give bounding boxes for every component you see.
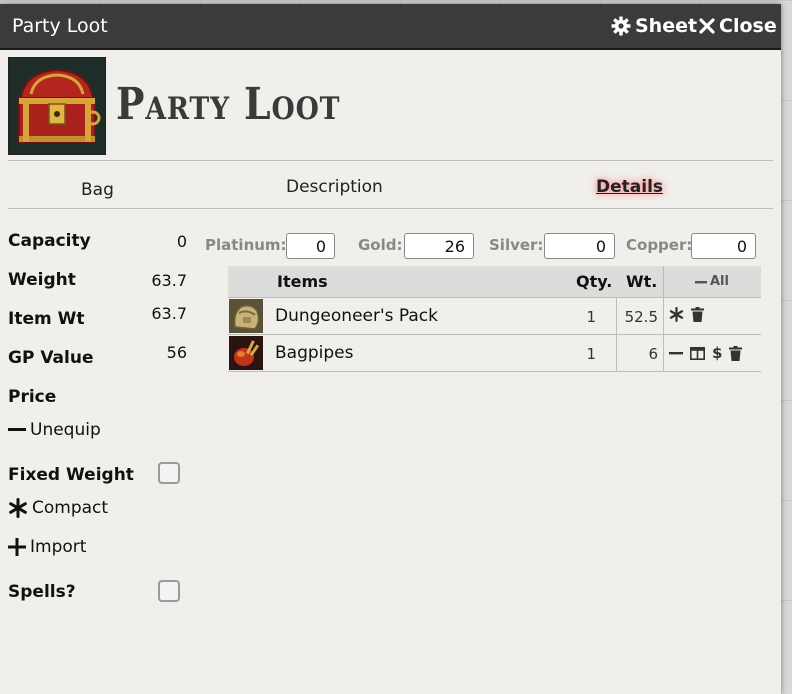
gold-label: Gold: <box>358 236 403 254</box>
table-row[interactable]: Dungeoneer's Pack 1 52.5 <box>228 298 761 335</box>
import-button[interactable]: Import <box>8 537 86 557</box>
close-icon <box>699 18 715 34</box>
qty-column-header[interactable]: Qty. <box>576 272 612 291</box>
item-wt-value: 63.7 <box>151 304 187 323</box>
row-actions: $ <box>669 344 743 362</box>
silver-input[interactable]: 0 <box>544 233 615 259</box>
sheet-title: Party Loot <box>116 79 341 130</box>
sheet-button-label: Sheet <box>635 15 698 37</box>
table-row[interactable]: Bagpipes 1 6 $ <box>228 335 761 372</box>
gold-input[interactable]: 26 <box>404 233 474 259</box>
gp-value-value: 56 <box>166 343 187 362</box>
row-actions <box>669 307 704 322</box>
unequip-button[interactable]: Unequip <box>8 420 101 440</box>
platinum-input[interactable]: 0 <box>286 233 335 259</box>
copper-label: Copper: <box>626 236 693 254</box>
wt-column-header[interactable]: Wt. <box>626 272 657 291</box>
close-button-label: Close <box>719 15 777 37</box>
item-weight: 52.5 <box>624 308 658 326</box>
item-name[interactable]: Dungeoneer's Pack <box>275 306 438 326</box>
item-name[interactable]: Bagpipes <box>275 343 354 363</box>
column-divider <box>663 266 664 297</box>
pack-icon <box>229 299 263 333</box>
tab-details[interactable]: Details <box>596 177 663 197</box>
item-qty[interactable]: 1 <box>563 345 596 363</box>
copper-input[interactable]: 0 <box>691 233 756 259</box>
tab-bag[interactable]: Bag <box>81 180 114 200</box>
column-divider <box>663 298 664 334</box>
treasure-chest-icon[interactable] <box>8 57 106 155</box>
item-weight: 6 <box>648 345 658 363</box>
trash-icon[interactable] <box>691 307 704 322</box>
spells-label: Spells? <box>8 582 76 602</box>
bagpipes-icon <box>229 336 263 370</box>
item-qty[interactable]: 1 <box>563 308 596 326</box>
close-button[interactable]: Close <box>699 15 777 37</box>
columns-icon[interactable] <box>690 346 705 360</box>
platinum-label: Platinum: <box>205 236 287 254</box>
gp-value-label: GP Value <box>8 348 94 368</box>
unequip-label: Unequip <box>30 420 101 440</box>
capacity-label: Capacity <box>8 231 91 251</box>
weight-label: Weight <box>8 270 76 290</box>
sell-icon[interactable]: $ <box>712 344 722 362</box>
asterisk-icon <box>9 498 27 518</box>
weight-value: 63.7 <box>151 271 187 290</box>
divider <box>8 160 773 161</box>
item-wt-label: Item Wt <box>8 309 85 329</box>
plus-icon <box>8 538 26 556</box>
trash-icon[interactable] <box>729 345 743 361</box>
minus-icon[interactable] <box>669 346 683 360</box>
spells-checkbox[interactable] <box>158 580 180 602</box>
gear-icon <box>611 16 631 36</box>
import-label: Import <box>30 537 87 557</box>
capacity-value: 0 <box>176 232 187 251</box>
items-table-header: Items Qty. Wt. All <box>228 266 761 298</box>
silver-label: Silver: <box>489 236 544 254</box>
compact-button[interactable]: Compact <box>8 498 108 518</box>
unequip-all-button[interactable]: All <box>695 274 729 289</box>
window-title: Party Loot <box>12 15 108 37</box>
fixed-weight-label: Fixed Weight <box>8 465 134 485</box>
minus-icon <box>8 428 26 431</box>
party-loot-window: Party Loot Sheet Close Party Loot Bag De… <box>0 4 781 694</box>
column-divider <box>663 335 664 371</box>
window-titlebar[interactable]: Party Loot Sheet Close <box>0 4 781 50</box>
all-label: All <box>710 274 729 289</box>
compact-label: Compact <box>32 498 109 518</box>
sheet-button[interactable]: Sheet <box>611 15 697 37</box>
items-column-header[interactable]: Items <box>277 272 328 291</box>
divider <box>8 208 773 209</box>
asterisk-icon[interactable] <box>669 307 684 322</box>
fixed-weight-checkbox[interactable] <box>158 462 180 484</box>
minus-icon <box>695 280 707 283</box>
tab-description[interactable]: Description <box>286 177 383 197</box>
price-label: Price <box>8 387 57 407</box>
